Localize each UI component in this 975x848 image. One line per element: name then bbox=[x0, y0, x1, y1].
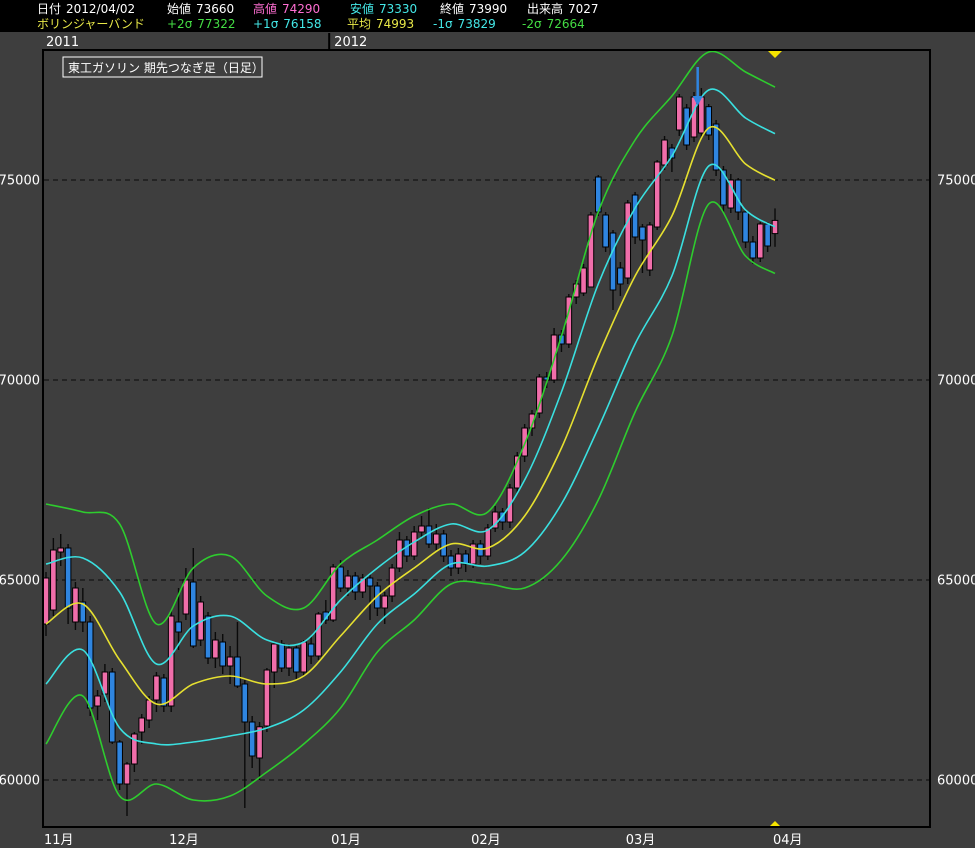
candle-up bbox=[433, 534, 439, 544]
candle-down bbox=[338, 567, 344, 588]
candle-down bbox=[441, 534, 447, 556]
candle-up bbox=[286, 648, 292, 668]
candle-up bbox=[124, 764, 130, 784]
candle-up bbox=[227, 657, 233, 666]
y-axis-label-left: 60000 bbox=[0, 774, 40, 789]
candle-up bbox=[264, 670, 270, 726]
candle-down bbox=[765, 224, 771, 246]
candle-down bbox=[743, 212, 749, 242]
x-axis-month-label: 01月 bbox=[331, 833, 361, 848]
candle-up bbox=[271, 644, 277, 672]
candle-up bbox=[419, 526, 425, 532]
candle-down bbox=[367, 578, 373, 586]
candle-up bbox=[301, 642, 307, 672]
candle-up bbox=[772, 220, 778, 233]
candle-down bbox=[632, 195, 638, 237]
candle-down bbox=[235, 657, 241, 686]
candle-down bbox=[618, 268, 624, 284]
y-axis-label-right: 75000 bbox=[937, 174, 975, 189]
plot-area[interactable]: 75000 75000 70000 70000 65000 65000 60000 60000… bbox=[0, 51, 975, 848]
candle-up bbox=[485, 528, 491, 556]
candle-down bbox=[294, 648, 300, 672]
candle-down bbox=[603, 215, 609, 247]
y-axis-label-left: 75000 bbox=[0, 174, 40, 189]
candle-up bbox=[382, 596, 388, 608]
current-position-marker-top-icon bbox=[768, 51, 782, 58]
candle-up bbox=[676, 97, 682, 130]
y-axis-label-left: 70000 bbox=[0, 374, 40, 389]
candle-up bbox=[58, 548, 64, 552]
candle-down bbox=[640, 227, 646, 240]
candle-up bbox=[662, 140, 668, 165]
band-minus2sigma bbox=[46, 202, 775, 801]
y-axis-label-right: 70000 bbox=[937, 374, 975, 389]
y-axis-label-right: 65000 bbox=[937, 574, 975, 589]
y-axis-label-right: 60000 bbox=[937, 774, 975, 789]
x-axis-month-label: 04月 bbox=[773, 833, 803, 848]
candle-down bbox=[176, 622, 182, 632]
candle-up bbox=[654, 162, 660, 227]
candle-up bbox=[168, 616, 174, 706]
candle-down bbox=[610, 233, 616, 290]
candle-down bbox=[190, 582, 196, 646]
candle-down bbox=[205, 616, 211, 658]
band-plus1sigma bbox=[46, 89, 775, 665]
x-axis-month-label: 03月 bbox=[626, 833, 656, 848]
candle-up bbox=[51, 550, 57, 610]
candle-up bbox=[183, 580, 189, 614]
candle-down bbox=[242, 684, 248, 722]
candle-up bbox=[456, 554, 462, 568]
band-plus2sigma bbox=[46, 51, 775, 624]
candle-up bbox=[625, 203, 631, 278]
candle-up bbox=[154, 676, 160, 700]
x-axis-month-label: 11月 bbox=[44, 833, 74, 848]
candle-down bbox=[713, 124, 719, 170]
candle-up bbox=[728, 180, 734, 208]
candle-down bbox=[308, 644, 314, 656]
x-axis-month-label: 12月 bbox=[169, 833, 199, 848]
candle-down bbox=[220, 642, 226, 666]
candle-down bbox=[750, 242, 756, 258]
plot-border bbox=[43, 50, 930, 827]
candle-up bbox=[43, 578, 49, 624]
candle-down bbox=[161, 678, 167, 706]
candle-down bbox=[249, 722, 255, 756]
candle-down bbox=[448, 556, 454, 568]
x-axis-month-label: 02月 bbox=[471, 833, 501, 848]
candles-layer bbox=[43, 88, 778, 816]
year-label-2012: 2012 bbox=[334, 35, 367, 50]
candle-down bbox=[478, 544, 484, 556]
candle-up bbox=[213, 640, 219, 658]
candle-up bbox=[139, 718, 145, 732]
band-minus1sigma bbox=[46, 164, 775, 745]
candle-up bbox=[95, 696, 101, 706]
y-axis-label-left: 65000 bbox=[0, 574, 40, 589]
chart-application-window: 日付2012/04/02 始値73660 高値74290 安値73330 終値7… bbox=[0, 0, 975, 848]
candle-up bbox=[146, 700, 152, 720]
plot-clip-group bbox=[43, 51, 778, 816]
price-chart[interactable]: 2011 2012 75000 75000 70000 70000 65000 65000… bbox=[0, 0, 975, 848]
candle-down bbox=[109, 672, 115, 742]
candle-down bbox=[117, 742, 123, 784]
band-mean bbox=[46, 127, 775, 705]
year-label-2011: 2011 bbox=[46, 35, 79, 50]
candle-up bbox=[316, 614, 322, 656]
candle-up bbox=[691, 97, 697, 137]
candle-up bbox=[73, 588, 79, 622]
candle-up bbox=[345, 576, 351, 588]
candle-down bbox=[279, 644, 285, 668]
candle-up bbox=[397, 540, 403, 568]
candle-up bbox=[581, 268, 587, 293]
candle-up bbox=[647, 225, 653, 270]
chart-title: 東工ガソリン 期先つなぎ足（日足） bbox=[68, 61, 264, 75]
candle-up bbox=[757, 224, 763, 258]
